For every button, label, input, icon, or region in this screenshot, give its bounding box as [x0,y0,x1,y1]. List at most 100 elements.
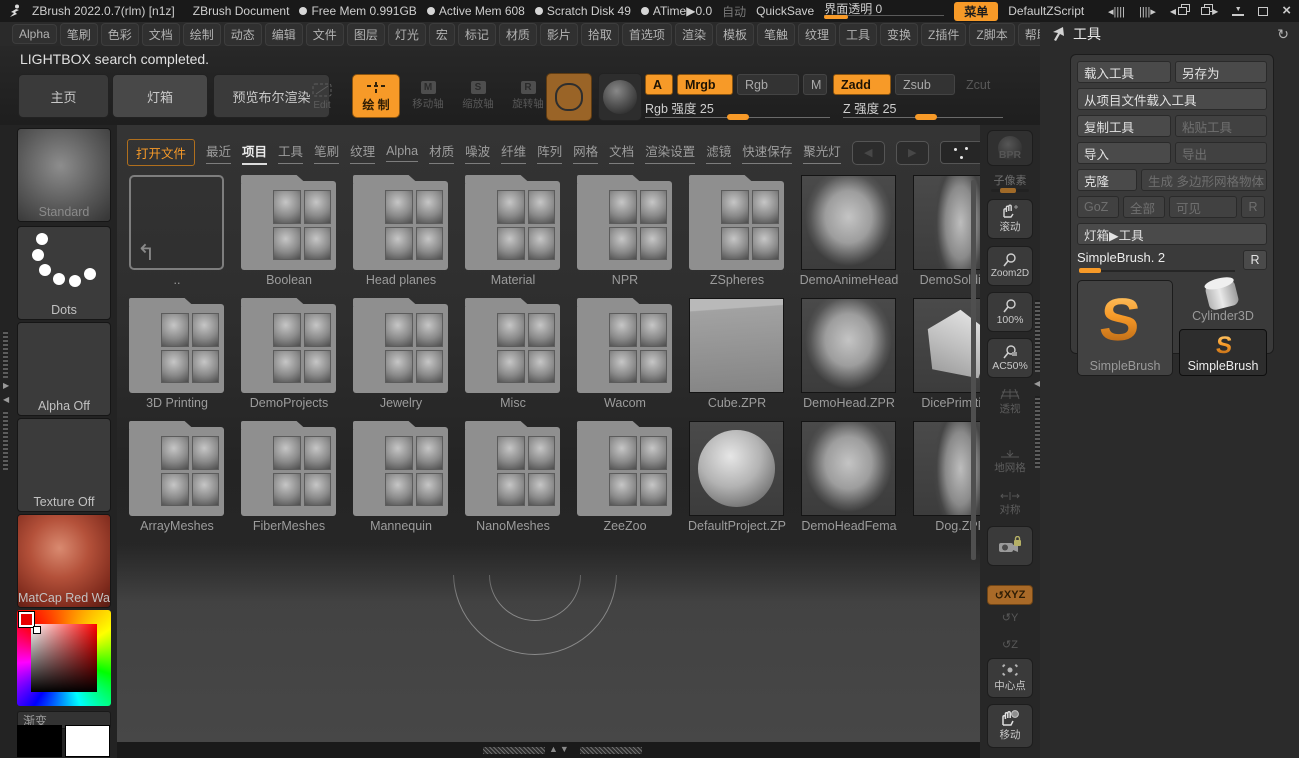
draw-button[interactable]: 绘 制 [352,74,400,118]
menu-file[interactable]: 文件 [306,23,344,46]
move-button[interactable]: M 移动轴 [406,74,450,118]
tool-r-button[interactable]: R [1243,250,1267,270]
tab-alpha[interactable]: Alpha [386,144,418,162]
ui-transparency-slider[interactable]: 界面透明 0 [824,0,944,22]
load-tool-button[interactable]: 载入工具 [1077,61,1171,83]
zcut-mode-button[interactable]: Zcut [959,74,1003,95]
store-camera-button[interactable] [987,526,1033,566]
current-tool-handle[interactable] [1079,268,1101,273]
lightbox-item[interactable]: ZSpheres [681,173,793,296]
lightbox-item[interactable]: DemoHead.ZPR [793,296,905,419]
tab-document[interactable]: 文档 [609,141,634,164]
edit-button[interactable]: Edit [303,74,341,118]
tab-texture[interactable]: 纹理 [350,141,375,164]
scale-button[interactable]: S 缩放轴 [456,74,500,118]
lightbox-item[interactable]: 3D Printing [121,296,233,419]
menu-transform[interactable]: 变换 [880,23,918,46]
lightbox-item[interactable]: NanoMeshes [457,419,569,542]
stroke-picker-button[interactable] [546,73,592,121]
export-button[interactable]: 导出 [1175,142,1267,164]
rgb-intensity-handle[interactable] [727,114,749,120]
lightbox-item[interactable]: FiberMeshes [233,419,345,542]
move-canvas-button[interactable]: 移动 [987,704,1033,748]
bottom-scrollbar-left[interactable] [483,747,545,754]
lightbox-scrollbar[interactable] [971,180,976,560]
zoom2d-button[interactable]: Zoom2D [987,246,1033,286]
current-tool-slider[interactable]: SimpleBrush. 2 R [1077,250,1267,276]
bpr-button[interactable]: BPR [987,130,1033,166]
menu-brush[interactable]: 笔刷 [60,23,98,46]
tab-recent[interactable]: 最近 [206,141,231,164]
zsub-mode-button[interactable]: Zsub [895,74,955,95]
restore-icon[interactable] [1258,7,1268,16]
lightbox-item[interactable]: Boolean [233,173,345,296]
ui-transparency-handle[interactable] [824,15,848,19]
current-brush-button[interactable]: Standard [17,128,111,222]
menu-dynamic[interactable]: 动态 [224,23,262,46]
color-picker[interactable] [17,610,111,706]
rotate-z-button[interactable]: ↺Z [987,638,1033,651]
goz-all-button[interactable]: 全部 [1123,196,1165,218]
next-layout-icon[interactable]: ▶ [1201,7,1218,16]
lightbox-item[interactable]: DefaultProject.ZP [681,419,793,542]
tab-open-file[interactable]: 打开文件 [127,139,195,166]
lightbox-forward-button[interactable]: ▶ [896,141,929,165]
tab-tool[interactable]: 工具 [278,141,303,164]
minimize-icon[interactable]: ▼ [1232,6,1244,16]
color-swatch-white[interactable] [65,725,110,757]
current-stroke-button[interactable]: Dots [17,226,111,320]
symmetry-button[interactable]: 对称 [987,487,1033,521]
menu-alpha[interactable]: Alpha [12,24,57,44]
anchor-mode-button[interactable]: A [645,74,673,95]
menu-template[interactable]: 模板 [716,23,754,46]
lightbox-item[interactable]: ZeeZoo [569,419,681,542]
load-from-project-button[interactable]: 从项目文件载入工具 [1077,88,1267,110]
lightbox-item[interactable]: Material [457,173,569,296]
grow-ui-icon[interactable]: ||||▸ [1139,5,1156,18]
subpixel-handle[interactable] [1000,188,1016,193]
tool-item-cylinder3d[interactable]: Cylinder3D [1179,280,1267,325]
menu-color[interactable]: 色彩 [101,23,139,46]
left-divider-dots[interactable] [3,330,8,378]
tool-item-simplebrush[interactable]: S SimpleBrush [1179,329,1267,376]
bottom-scrollbar-right[interactable] [580,747,642,754]
menu-layer[interactable]: 图层 [347,23,385,46]
menu-render[interactable]: 渲染 [675,23,713,46]
subpixel-slider[interactable] [991,189,1029,192]
menu-stroke[interactable]: 笔触 [757,23,795,46]
scroll-button[interactable]: 滚动 [987,199,1033,239]
tab-mesh[interactable]: 网格 [573,141,598,164]
z-intensity-slider[interactable]: Z 强度 25 [843,98,897,117]
make-polymesh-button[interactable]: 生成 多边形网格物体 [1141,169,1267,191]
paste-tool-button[interactable]: 粘贴工具 [1175,115,1267,137]
lightbox-item[interactable]: DemoHeadFema [793,419,905,542]
lightbox-item[interactable]: Misc [457,296,569,419]
rotate-button[interactable]: R 旋转轴 [506,74,550,118]
rgb-mode-button[interactable]: Rgb [737,74,799,95]
zadd-mode-button[interactable]: Zadd [833,74,891,95]
current-alpha-button[interactable]: Alpha Off [17,322,111,416]
current-texture-button[interactable]: Texture Off [17,418,111,512]
tab-quicksave[interactable]: 快速保存 [742,141,792,164]
lightbox-item[interactable]: Mannequin [345,419,457,542]
menu-light[interactable]: 灯光 [388,23,426,46]
auto-toggle[interactable]: 自动 [722,3,746,20]
home-button[interactable]: 主页 [18,74,109,118]
lightbox-item[interactable]: DemoAnimeHead [793,173,905,296]
close-icon[interactable]: × [1282,6,1291,16]
lightbox-to-tool-button[interactable]: 灯箱▶工具 [1077,223,1267,245]
bottom-scroll-arrows-icon[interactable]: ▲▼ [549,744,571,754]
menu-macro[interactable]: 宏 [429,23,455,46]
goz-visible-button[interactable]: 可见 [1169,196,1237,218]
left-divider-dots[interactable] [3,410,8,470]
copy-tool-button[interactable]: 复制工具 [1077,115,1171,137]
menu-document[interactable]: 文档 [142,23,180,46]
left-divider-expand-icon[interactable]: ▶ [3,382,9,390]
goz-r-button[interactable]: R [1241,196,1265,218]
lightbox-item[interactable]: Head planes [345,173,457,296]
import-button[interactable]: 导入 [1077,142,1171,164]
tab-brush[interactable]: 笔刷 [314,141,339,164]
lightbox-button[interactable]: 灯箱 [112,74,208,118]
lightbox-item[interactable]: DemoProjects [233,296,345,419]
saturation-value-square[interactable] [31,624,97,692]
